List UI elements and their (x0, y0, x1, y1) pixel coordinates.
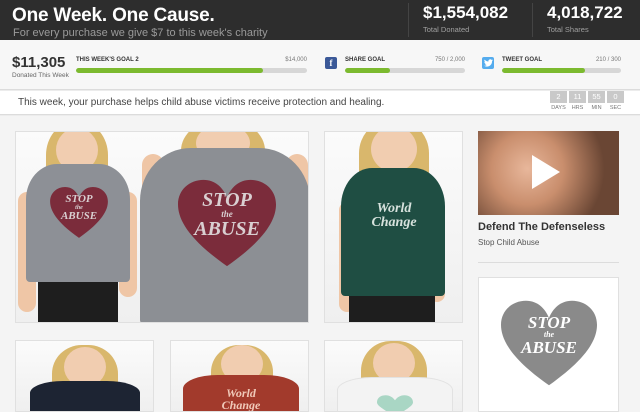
stop-abuse-logo-card: STOP the ABUSE (478, 277, 619, 412)
product-photo: World Change (171, 341, 308, 411)
progress-strip: $11,305 Donated This Week This Week's Go… (0, 40, 640, 90)
countdown-seconds-label: SEC (609, 105, 622, 111)
tweet-goal: Tweet Goal 210 / 300 (502, 57, 621, 73)
weekly-goal: This Week's Goal 2 $14,000 (76, 57, 307, 73)
tweet-goal-progress-fill (502, 68, 586, 73)
print-line-world: World (376, 201, 412, 216)
share-goal: Share Goal 750 / 2,000 (345, 57, 465, 73)
countdown-minutes-value: 55 (588, 91, 605, 103)
page-title: One Week. One Cause. (12, 5, 215, 26)
page-subtitle: For every purchase we give $7 to this we… (13, 27, 268, 39)
heart-print-icon (377, 395, 413, 411)
top-banner: One Week. One Cause. For every purchase … (0, 0, 640, 40)
countdown-minutes-label: MIN (591, 105, 602, 111)
facebook-icon[interactable]: f (325, 57, 337, 69)
print-line-change: Change (221, 398, 261, 412)
play-icon[interactable] (532, 155, 560, 189)
share-goal-name: Share Goal (345, 57, 386, 63)
weekly-goal-target: $14,000 (285, 57, 307, 63)
print-line-abuse: ABUSE (60, 210, 98, 222)
print-line-abuse: ABUSE (194, 218, 260, 240)
countdown-days-value: 2 (550, 91, 567, 103)
share-goal-progress-fill (345, 68, 390, 73)
tweet-goal-progress-bar (502, 68, 621, 73)
weekly-goal-progress-fill (76, 68, 264, 73)
cause-message: This week, your purchase helps child abu… (18, 97, 385, 108)
countdown-hours-value: 11 (569, 91, 586, 103)
countdown-hours: 11 HRS (569, 91, 586, 111)
total-donated-value: $1,554,082 (423, 3, 509, 22)
print-line-stop: STOP (202, 189, 252, 211)
countdown-days: 2 DAYS (550, 91, 567, 111)
donated-this-week-value: $11,305 (12, 54, 66, 71)
product-card-world-change-green[interactable]: World Change (324, 131, 463, 323)
countdown-timer: 2 DAYS 11 HRS 55 MIN 0 SEC (550, 91, 624, 111)
product-photo (16, 341, 153, 411)
donated-this-week-label: Donated This Week (12, 72, 69, 79)
share-goal-target: 750 / 2,000 (434, 57, 465, 63)
product-photo (325, 341, 462, 411)
print-line-change: Change (371, 215, 417, 230)
logo-line-stop: STOP (527, 313, 571, 332)
countdown-seconds-value: 0 (607, 91, 624, 103)
video-subtitle: Stop Child Abuse (478, 238, 540, 247)
product-photo: World Change (325, 132, 462, 322)
total-donated-label: Total Donated (423, 25, 470, 34)
donated-this-week: $11,305 Donated This Week (12, 54, 69, 79)
countdown-hours-label: HRS (571, 105, 584, 111)
print-line-stop: STOP (65, 193, 93, 205)
total-shares-stat: 4,018,722 Total Shares (532, 3, 623, 37)
countdown-minutes: 55 MIN (588, 91, 605, 111)
product-card-white-tee[interactable] (324, 340, 463, 412)
logo-line-abuse: ABUSE (521, 338, 577, 357)
cause-message-bar: This week, your purchase helps child abu… (0, 91, 640, 115)
weekly-goal-progress-bar (76, 68, 307, 73)
twitter-icon[interactable] (482, 57, 494, 69)
countdown-days-label: DAYS (551, 105, 566, 111)
product-card-world-change-red[interactable]: World Change (170, 340, 309, 412)
product-photo: STOP the ABUSE STOP the ABUSE (16, 132, 308, 322)
weekly-goal-name: This Week's Goal 2 (76, 57, 139, 63)
share-goal-progress-bar (345, 68, 465, 73)
product-card-navy-tee[interactable] (15, 340, 154, 412)
total-shares-value: 4,018,722 (547, 3, 623, 22)
cause-video[interactable] (478, 131, 619, 215)
total-shares-label: Total Shares (547, 25, 589, 34)
total-donated-stat: $1,554,082 Total Donated (408, 3, 508, 37)
product-grid: STOP the ABUSE STOP the ABUSE World Chan… (0, 116, 640, 412)
sidebar-divider (478, 262, 619, 263)
video-title[interactable]: Defend The Defenseless (478, 221, 605, 233)
countdown-seconds: 0 SEC (607, 91, 624, 111)
tweet-goal-name: Tweet Goal (502, 57, 542, 63)
product-card-stop-abuse-grey[interactable]: STOP the ABUSE STOP the ABUSE (15, 131, 309, 323)
tweet-goal-target: 210 / 300 (595, 57, 621, 63)
